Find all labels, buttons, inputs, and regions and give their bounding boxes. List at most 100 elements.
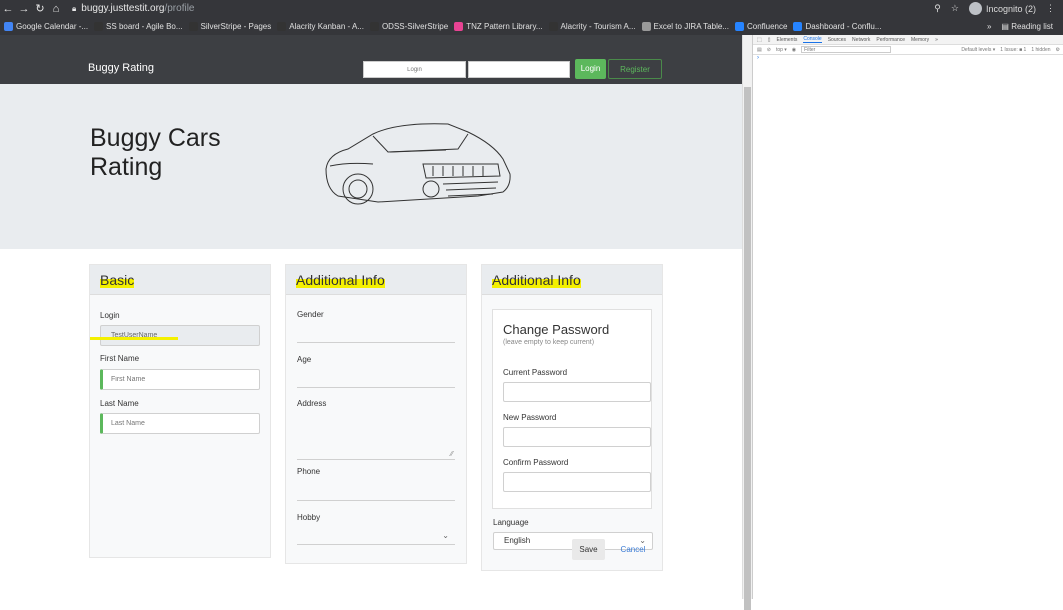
- star-icon[interactable]: ☆: [951, 3, 959, 14]
- login-field: TestUserName: [100, 325, 260, 346]
- bookmark-label: Alacrity - Tourism A...: [560, 21, 636, 31]
- current-password-input[interactable]: [503, 382, 651, 402]
- reload-icon[interactable]: ↻: [32, 2, 48, 15]
- cancel-button[interactable]: Cancel: [614, 539, 652, 560]
- highlight-annotation: [90, 337, 178, 340]
- last-name-input[interactable]: [100, 413, 260, 434]
- devtools-tab[interactable]: Memory: [911, 37, 929, 43]
- last-name-label: Last Name: [100, 399, 139, 408]
- device-icon[interactable]: ▯: [768, 37, 771, 43]
- bookmark-label: Alacrity Kanban - A...: [289, 21, 364, 31]
- browser-toolbar: ← → ↻ ⌂ 🔒︎ buggy.justtestit.org/profile …: [0, 0, 1063, 17]
- clear-console-icon[interactable]: ⊘: [767, 47, 771, 53]
- console-prompt[interactable]: ›: [753, 55, 1063, 61]
- devtools-tab[interactable]: Sources: [828, 37, 846, 43]
- issues-badge[interactable]: 1 Issue: ■ 1: [1000, 47, 1026, 53]
- bookmark-item[interactable]: SilverStripe - Pages: [188, 21, 272, 31]
- console-toolbar: ▤ ⊘ top ▾ ◉ Filter Default levels ▾ 1 Is…: [753, 45, 1063, 55]
- incognito-badge[interactable]: Incognito (2): [968, 2, 1036, 15]
- bookmark-favicon-icon: [4, 21, 13, 31]
- bookmark-item[interactable]: TNZ Pattern Library...: [454, 21, 543, 31]
- address-label: Address: [297, 399, 327, 408]
- bookmark-item[interactable]: Dashboard - Conflu...: [793, 21, 882, 31]
- home-icon[interactable]: ⌂: [48, 3, 64, 15]
- inspect-icon[interactable]: ⬚: [757, 37, 762, 43]
- bookmark-item[interactable]: ODSS-SilverStripe: [369, 21, 449, 31]
- address-textarea[interactable]: ⁄⁄: [297, 413, 455, 460]
- basic-heading: Basic: [90, 265, 270, 295]
- address-bar[interactable]: 🔒︎ buggy.justtestit.org/profile: [72, 2, 882, 16]
- bookmark-label: Confluence: [746, 21, 788, 31]
- back-icon[interactable]: ←: [0, 3, 16, 15]
- confirm-password-input[interactable]: [503, 472, 651, 492]
- devtools-tab[interactable]: Performance: [876, 37, 905, 43]
- page-scrollbar[interactable]: [742, 35, 752, 610]
- change-password-subtitle: (leave empty to keep current): [503, 339, 595, 346]
- password-input[interactable]: [468, 61, 570, 78]
- zoom-icon[interactable]: ⚲: [934, 3, 941, 14]
- devtools-tab[interactable]: »: [935, 37, 938, 43]
- additional-info-card: Additional Info Gender Age Address ⁄⁄ Ph…: [285, 264, 467, 564]
- web-page: Buggy Rating Login Register Buggy Cars R…: [0, 35, 742, 599]
- incognito-label: Incognito (2): [985, 3, 1036, 14]
- bookmark-label: SilverStripe - Pages: [200, 21, 272, 31]
- hobby-label: Hobby: [297, 513, 321, 522]
- devtools-tab[interactable]: Elements: [777, 37, 798, 43]
- levels-select[interactable]: Default levels ▾: [961, 47, 995, 53]
- additional-heading-text: Additional Info: [296, 272, 385, 288]
- first-name-input[interactable]: [100, 369, 260, 390]
- forward-icon[interactable]: →: [16, 3, 32, 15]
- devtools-tab[interactable]: Console: [803, 36, 822, 43]
- site-navbar: Buggy Rating Login Register: [0, 35, 742, 84]
- bookmark-favicon-icon: [277, 21, 287, 31]
- phone-input[interactable]: [297, 481, 455, 501]
- brand-link[interactable]: Buggy Rating: [88, 62, 154, 74]
- context-select[interactable]: top ▾: [776, 47, 787, 53]
- gender-input[interactable]: [297, 323, 455, 343]
- devtools-tab[interactable]: Network: [852, 37, 870, 43]
- phone-label: Phone: [297, 467, 321, 476]
- bookmark-item[interactable]: Google Calendar -...: [4, 21, 89, 31]
- password-heading-text: Additional Info: [492, 272, 581, 288]
- bookmark-item[interactable]: Excel to JIRA Table...: [641, 21, 729, 31]
- new-password-input[interactable]: [503, 427, 651, 447]
- password-card: Additional Info Change Password (leave e…: [481, 264, 663, 571]
- menu-kebab-icon[interactable]: ⋮: [1046, 3, 1055, 14]
- login-button[interactable]: Login: [575, 59, 606, 79]
- reading-list[interactable]: ▤ Reading list: [1001, 22, 1053, 31]
- car-illustration-icon: [325, 123, 511, 205]
- register-button[interactable]: Register: [608, 59, 662, 79]
- age-label: Age: [297, 355, 312, 364]
- save-button[interactable]: Save: [572, 539, 605, 560]
- basic-card: Basic Login TestUserName First Name Last…: [89, 264, 271, 558]
- password-heading: Additional Info: [482, 265, 662, 295]
- bookmark-item[interactable]: SS board - Agile Bo...: [94, 21, 183, 31]
- login-input[interactable]: [363, 61, 466, 78]
- url-host: buggy.justtestit.org: [81, 3, 165, 14]
- language-value: English: [504, 536, 531, 545]
- scrollbar-thumb[interactable]: [744, 87, 751, 610]
- additional-heading: Additional Info: [286, 265, 466, 295]
- language-label: Language: [493, 518, 529, 527]
- bookmark-item[interactable]: Alacrity - Tourism A...: [548, 21, 636, 31]
- more-bookmarks-icon[interactable]: »: [987, 22, 991, 31]
- bookmark-label: Google Calendar -...: [16, 21, 89, 31]
- change-password-title: Change Password: [503, 322, 610, 337]
- age-input[interactable]: [297, 368, 455, 388]
- browser-chrome: ← → ↻ ⌂ 🔒︎ buggy.justtestit.org/profile …: [0, 0, 1063, 35]
- devtools-panel: ⬚ ▯ Elements Console Sources Network Perform…: [752, 35, 1063, 599]
- bookmark-label: ODSS-SilverStripe: [381, 21, 449, 31]
- hero-title: Buggy Cars Rating: [90, 124, 221, 181]
- bookmark-label: Dashboard - Conflu...: [805, 21, 882, 31]
- sidebar-toggle-icon[interactable]: ▤: [757, 47, 762, 53]
- console-filter-input[interactable]: Filter: [801, 46, 892, 53]
- bookmark-item[interactable]: Confluence: [734, 21, 788, 31]
- lock-icon: 🔒︎: [72, 3, 77, 13]
- hidden-count: 1 hidden: [1031, 46, 1051, 53]
- eye-icon[interactable]: ◉: [792, 47, 796, 53]
- hobby-select[interactable]: ⌄: [297, 527, 455, 545]
- bookmark-item[interactable]: Alacrity Kanban - A...: [277, 21, 364, 31]
- settings-gear-icon[interactable]: ⚙: [1056, 47, 1063, 53]
- reading-list-label: Reading list: [1011, 21, 1053, 31]
- resize-handle-icon[interactable]: ⁄⁄: [451, 451, 453, 458]
